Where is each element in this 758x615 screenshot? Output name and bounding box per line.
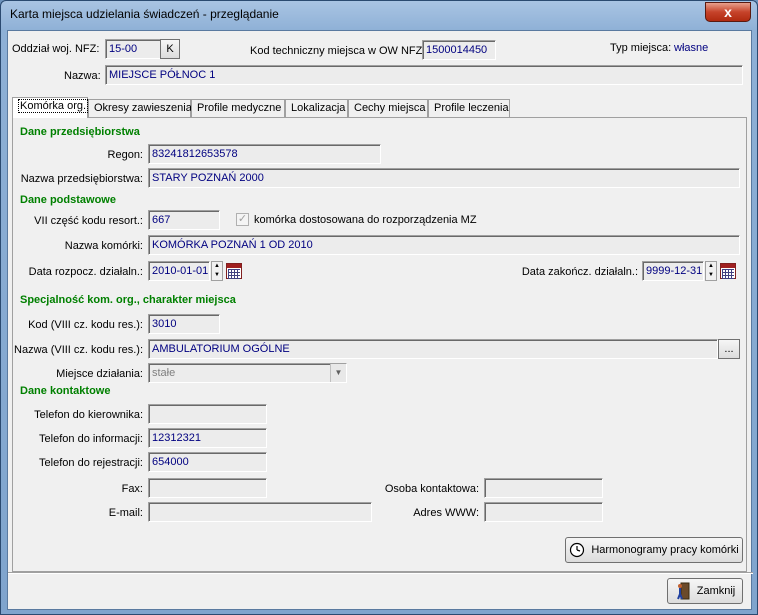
tab-label: Komórka org. [18,99,89,113]
data-zak-spinner[interactable]: ▲ ▼ [705,261,717,281]
data-rozp-label: Data rozpocz. działaln.: [28,266,143,278]
nazwa-przedsiebiorstwa-label: Nazwa przedsiębiorstwa: [20,173,143,185]
nazwa-viii-browse-button[interactable]: ... [718,339,740,359]
data-rozp-spinner[interactable]: ▲ ▼ [211,261,223,281]
calendar-icon[interactable] [720,263,736,279]
section-podstawowe: Dane podstawowe [20,194,116,206]
osoba-field[interactable] [484,478,603,498]
calendar-icon[interactable] [226,263,242,279]
oddzial-label: Oddział woj. NFZ: [12,43,100,55]
tel-info-label: Telefon do informacji: [39,433,143,445]
data-zak-field[interactable]: 9999-12-31 [642,261,704,281]
typ-miejsca-label: Typ miejsca: [610,42,672,54]
oddzial-k-button[interactable]: K [160,39,180,59]
close-button[interactable]: x [705,2,751,22]
nazwa-komorki-field[interactable]: KOMÓRKA POZNAŃ 1 OD 2010 [148,235,740,255]
nazwa-komorki-label: Nazwa komórki: [64,240,143,252]
exit-door-icon [676,582,690,600]
typ-miejsca-value: własne [674,42,709,54]
tel-rej-label: Telefon do rejestracji: [39,457,143,469]
tab-label: Cechy miejsca [354,102,426,114]
chevron-down-icon[interactable]: ▼ [330,364,346,382]
nazwa-przedsiebiorstwa-field[interactable]: STARY POZNAŃ 2000 [148,168,740,188]
mz-checkbox[interactable]: ✓ [236,213,249,226]
regon-field[interactable]: 83241812653578 [148,144,381,164]
window-title: Karta miejsca udzielania świadczeń - prz… [10,7,279,21]
main-window: Karta miejsca udzielania świadczeń - prz… [0,0,758,615]
tab-panel-komorka: Dane przedsiębiorstwa Regon: 83241812653… [12,117,747,572]
footer-divider [8,572,753,574]
tab-profile-leczenia[interactable]: Profile leczenia [428,99,510,117]
email-label: E-mail: [108,507,143,519]
kod-tech-field[interactable]: 1500014450 [422,40,496,60]
tel-kier-label: Telefon do kierownika: [34,409,143,421]
www-label: Adres WWW: [413,507,479,519]
zamknij-label: Zamknij [696,585,736,597]
vii-czesc-label: VII część kodu resort.: [34,215,143,227]
miejsce-dzialania-select[interactable]: stałe ▼ [148,363,347,383]
title-bar[interactable]: Karta miejsca udzielania świadczeń - prz… [1,1,757,29]
harmonogramy-button[interactable]: Harmonogramy pracy komórki [565,537,743,563]
mz-checkbox-label: komórka dostosowana do rozporządzenia MZ [254,214,477,226]
tab-label: Lokalizacja [291,102,346,114]
kod-viii-label: Kod (VIII cz. kodu res.): [28,319,143,331]
tab-lokalizacja[interactable]: Lokalizacja [285,99,348,117]
www-field[interactable] [484,502,603,522]
data-zak-label: Data zakończ. działaln.: [521,266,638,278]
email-field[interactable] [148,502,372,522]
nazwa-field[interactable]: MIEJSCE PÓŁNOC 1 [105,65,743,85]
zamknij-button[interactable]: Zamknij [667,578,743,604]
tel-rej-field[interactable]: 654000 [148,452,267,472]
tab-profile-medyczne[interactable]: Profile medyczne [191,99,285,117]
tab-cechy-miejsca[interactable]: Cechy miejsca [348,99,428,117]
vii-czesc-field[interactable]: 667 [148,210,220,230]
tab-label: Okresy zawieszenia [94,102,192,114]
nazwa-viii-field[interactable]: AMBULATORIUM OGÓLNE [148,339,718,359]
kod-viii-field[interactable]: 3010 [148,314,220,334]
fax-field[interactable] [148,478,267,498]
tab-okresy-zawieszenia[interactable]: Okresy zawieszenia [88,99,192,117]
section-przedsiebiorstwo: Dane przedsiębiorstwa [20,126,140,138]
section-kontakt: Dane kontaktowe [20,385,111,397]
nazwa-viii-label: Nazwa (VIII cz. kodu res.): [14,344,143,356]
nazwa-label: Nazwa: [64,70,101,82]
tel-kier-field[interactable] [148,404,267,424]
miejsce-dzialania-label: Miejsce działania: [56,368,143,380]
kod-tech-label: Kod techniczny miejsca w OW NFZ: [250,45,426,57]
data-rozp-field[interactable]: 2010-01-01 [148,261,210,281]
miejsce-dzialania-value: stałe [152,367,176,379]
fax-label: Fax: [121,483,143,495]
section-specjalnosc: Specjalność kom. org., charakter miejsca [20,294,236,306]
clock-icon [570,542,585,558]
tel-info-field[interactable]: 12312321 [148,428,267,448]
regon-label: Regon: [107,149,143,161]
tab-label: Profile leczenia [434,102,509,114]
tab-komorka-org[interactable]: Komórka org. [12,97,89,118]
tab-label: Profile medyczne [197,102,282,114]
osoba-label: Osoba kontaktowa: [384,483,479,495]
harmonogramy-label: Harmonogramy pracy komórki [591,544,739,556]
oddzial-field[interactable]: 15-00 [105,39,161,59]
window-client-area: Oddział woj. NFZ: 15-00 K Kod techniczny… [7,30,753,610]
